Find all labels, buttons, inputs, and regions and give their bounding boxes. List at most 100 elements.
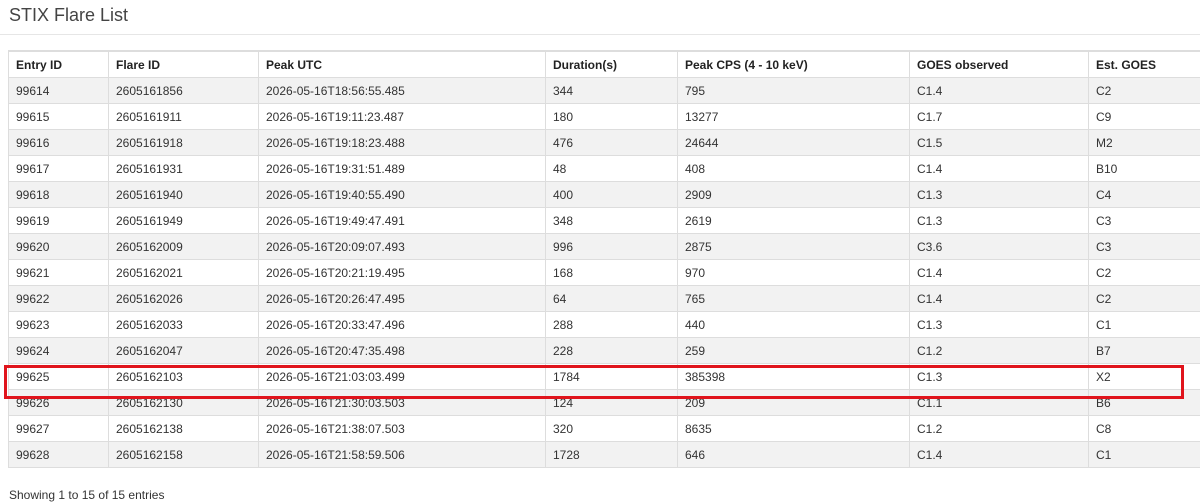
cell-est-goes: C8 — [1088, 415, 1200, 442]
cell-goes-observed: C1.4 — [909, 441, 1089, 468]
cell-peak-utc: 2026-05-16T19:31:51.489 — [258, 155, 546, 182]
cell-flare-id: 2605162033 — [108, 311, 259, 338]
cell-entry-id: 99625 — [8, 363, 109, 390]
cell-entry-id: 99615 — [8, 103, 109, 130]
cell-entry-id: 99621 — [8, 259, 109, 286]
table-row[interactable]: 99623 2605162033 2026-05-16T20:33:47.496 28… — [8, 311, 1200, 338]
cell-peak-cps: 2875 — [677, 233, 910, 260]
cell-goes-observed: C1.5 — [909, 129, 1089, 156]
cell-goes-observed: C1.2 — [909, 415, 1089, 442]
cell-entry-id: 99619 — [8, 207, 109, 234]
cell-peak-utc: 2026-05-16T19:49:47.491 — [258, 207, 546, 234]
cell-entry-id: 99628 — [8, 441, 109, 468]
cell-peak-utc: 2026-05-16T19:40:55.490 — [258, 181, 546, 208]
table-header: Entry ID Flare ID Peak UTC Duration(s) Peak … — [8, 50, 1200, 78]
table-row[interactable]: 99625 2605162103 2026-05-16T21:03:03.499 17… — [8, 363, 1200, 390]
cell-duration: 48 — [545, 155, 678, 182]
column-header-est-goes[interactable]: Est. GOES — [1088, 50, 1200, 78]
cell-flare-id: 2605161949 — [108, 207, 259, 234]
cell-est-goes: C2 — [1088, 285, 1200, 312]
cell-goes-observed: C1.3 — [909, 181, 1089, 208]
cell-duration: 64 — [545, 285, 678, 312]
table-row[interactable]: 99616 2605161918 2026-05-16T19:18:23.488 47… — [8, 129, 1200, 156]
cell-peak-utc: 2026-05-16T21:03:03.499 — [258, 363, 546, 390]
column-header-goes-observed[interactable]: GOES observed — [909, 50, 1089, 78]
cell-flare-id: 2605162026 — [108, 285, 259, 312]
column-header-entry-id[interactable]: Entry ID — [8, 50, 109, 78]
table-row[interactable]: 99618 2605161940 2026-05-16T19:40:55.490 40… — [8, 181, 1200, 208]
cell-goes-observed: C1.4 — [909, 285, 1089, 312]
cell-flare-id: 2605162130 — [108, 389, 259, 416]
cell-peak-cps: 24644 — [677, 129, 910, 156]
cell-entry-id: 99618 — [8, 181, 109, 208]
cell-flare-id: 2605162158 — [108, 441, 259, 468]
cell-duration: 168 — [545, 259, 678, 286]
cell-flare-id: 2605162138 — [108, 415, 259, 442]
table-body: 99614 2605161856 2026-05-16T18:56:55.485 34… — [8, 77, 1200, 468]
table-row[interactable]: 99614 2605161856 2026-05-16T18:56:55.485 34… — [8, 77, 1200, 104]
table-row[interactable]: 99626 2605162130 2026-05-16T21:30:03.503 12… — [8, 389, 1200, 416]
cell-peak-utc: 2026-05-16T21:58:59.506 — [258, 441, 546, 468]
cell-peak-cps: 259 — [677, 337, 910, 364]
cell-est-goes: X2 — [1088, 363, 1200, 390]
cell-duration: 996 — [545, 233, 678, 260]
cell-flare-id: 2605161856 — [108, 77, 259, 104]
table-row[interactable]: 99628 2605162158 2026-05-16T21:58:59.506 17… — [8, 441, 1200, 468]
cell-entry-id: 99624 — [8, 337, 109, 364]
cell-peak-utc: 2026-05-16T21:38:07.503 — [258, 415, 546, 442]
cell-est-goes: B6 — [1088, 389, 1200, 416]
cell-entry-id: 99627 — [8, 415, 109, 442]
cell-est-goes: B7 — [1088, 337, 1200, 364]
cell-duration: 180 — [545, 103, 678, 130]
cell-peak-utc: 2026-05-16T19:18:23.488 — [258, 129, 546, 156]
cell-peak-cps: 765 — [677, 285, 910, 312]
cell-duration: 348 — [545, 207, 678, 234]
column-header-peak-cps[interactable]: Peak CPS (4 - 10 keV) — [677, 50, 910, 78]
cell-duration: 124 — [545, 389, 678, 416]
cell-duration: 344 — [545, 77, 678, 104]
cell-goes-observed: C1.2 — [909, 337, 1089, 364]
cell-flare-id: 2605161911 — [108, 103, 259, 130]
cell-duration: 228 — [545, 337, 678, 364]
cell-peak-cps: 2909 — [677, 181, 910, 208]
cell-peak-cps: 646 — [677, 441, 910, 468]
cell-duration: 476 — [545, 129, 678, 156]
page-title: STIX Flare List — [9, 5, 129, 25]
cell-peak-cps: 8635 — [677, 415, 910, 442]
column-header-duration[interactable]: Duration(s) — [545, 50, 678, 78]
column-header-peak-utc[interactable]: Peak UTC — [258, 50, 546, 78]
table-row[interactable]: 99620 2605162009 2026-05-16T20:09:07.493 99… — [8, 233, 1200, 260]
cell-duration: 320 — [545, 415, 678, 442]
cell-duration: 1728 — [545, 441, 678, 468]
cell-flare-id: 2605162103 — [108, 363, 259, 390]
column-header-flare-id[interactable]: Flare ID — [108, 50, 259, 78]
cell-est-goes: C2 — [1088, 259, 1200, 286]
table-row[interactable]: 99627 2605162138 2026-05-16T21:38:07.503 32… — [8, 415, 1200, 442]
table-row[interactable]: 99621 2605162021 2026-05-16T20:21:19.495 16… — [8, 259, 1200, 286]
table-row[interactable]: 99622 2605162026 2026-05-16T20:26:47.495 64… — [8, 285, 1200, 312]
cell-duration: 1784 — [545, 363, 678, 390]
cell-peak-cps: 209 — [677, 389, 910, 416]
table-row[interactable]: 99615 2605161911 2026-05-16T19:11:23.487 18… — [8, 103, 1200, 130]
cell-peak-utc: 2026-05-16T20:47:35.498 — [258, 337, 546, 364]
cell-peak-cps: 970 — [677, 259, 910, 286]
cell-entry-id: 99626 — [8, 389, 109, 416]
cell-goes-observed: C1.7 — [909, 103, 1089, 130]
cell-goes-observed: C1.4 — [909, 259, 1089, 286]
cell-est-goes: C9 — [1088, 103, 1200, 130]
title-divider — [0, 34, 1200, 35]
flare-table: Entry ID Flare ID Peak UTC Duration(s) Peak … — [8, 50, 1200, 468]
cell-est-goes: C3 — [1088, 233, 1200, 260]
table-row[interactable]: 99624 2605162047 2026-05-16T20:47:35.498 22… — [8, 337, 1200, 364]
cell-entry-id: 99614 — [8, 77, 109, 104]
cell-goes-observed: C1.4 — [909, 155, 1089, 182]
table-row[interactable]: 99617 2605161931 2026-05-16T19:31:51.489 48… — [8, 155, 1200, 182]
cell-flare-id: 2605162047 — [108, 337, 259, 364]
cell-est-goes: M2 — [1088, 129, 1200, 156]
cell-est-goes: C4 — [1088, 181, 1200, 208]
cell-goes-observed: C1.3 — [909, 311, 1089, 338]
cell-peak-cps: 13277 — [677, 103, 910, 130]
cell-est-goes: C2 — [1088, 77, 1200, 104]
table-row[interactable]: 99619 2605161949 2026-05-16T19:49:47.491 34… — [8, 207, 1200, 234]
cell-flare-id: 2605161918 — [108, 129, 259, 156]
